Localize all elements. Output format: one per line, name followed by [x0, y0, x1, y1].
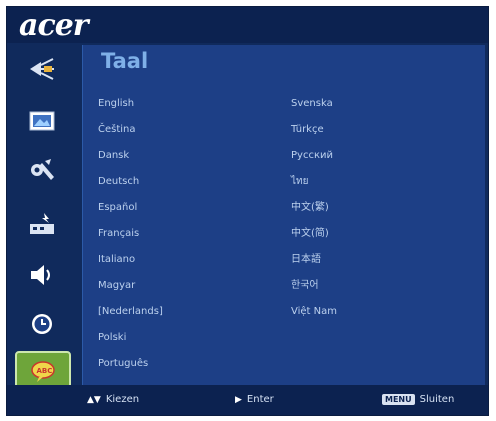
svg-text:ABC: ABC: [37, 367, 53, 375]
settings-tools-icon[interactable]: [21, 152, 63, 188]
select-hint: ▲▼ Kiezen: [87, 394, 139, 405]
footer-hint-bar: ▲▼ Kiezen ▶ Enter MENU Sluiten: [7, 385, 488, 415]
language-option[interactable]: English: [98, 91, 163, 117]
menu-sidebar: ABC: [13, 51, 75, 395]
image-adjust-icon[interactable]: [21, 51, 63, 87]
language-option[interactable]: Français: [98, 221, 163, 247]
speaker-icon[interactable]: [21, 257, 63, 293]
language-list-right: Svenska Türkçe Русский ไทย 中文(繁) 中文(简) 日…: [291, 91, 337, 325]
language-option-selected[interactable]: [Nederlands]: [98, 299, 163, 325]
timer-icon[interactable]: [21, 306, 63, 342]
projector-osd-menu: acer ABC Taal English Čeština Dansk Deut…: [6, 6, 489, 416]
panel-title: Taal: [101, 49, 149, 73]
enter-hint-label: Enter: [246, 394, 274, 405]
management-icon[interactable]: [21, 206, 63, 242]
language-option[interactable]: 中文(繁): [291, 195, 337, 221]
language-list-left: English Čeština Dansk Deutsch Español Fr…: [98, 91, 163, 377]
language-option[interactable]: Čeština: [98, 117, 163, 143]
header-bar: acer: [7, 7, 488, 43]
language-option[interactable]: 한국어: [291, 273, 337, 299]
enter-hint: ▶ Enter: [235, 394, 274, 405]
right-arrow-icon: ▶: [235, 394, 242, 405]
up-down-arrows-icon: ▲▼: [87, 394, 101, 405]
language-option[interactable]: Việt Nam: [291, 299, 337, 325]
select-hint-label: Kiezen: [105, 394, 140, 405]
language-option[interactable]: 中文(简): [291, 221, 337, 247]
language-option[interactable]: Português: [98, 351, 163, 377]
exit-hint: MENU Sluiten: [382, 394, 454, 405]
language-option[interactable]: Svenska: [291, 91, 337, 117]
language-option[interactable]: Español: [98, 195, 163, 221]
exit-hint-label: Sluiten: [419, 394, 455, 405]
language-option[interactable]: 日本語: [291, 247, 337, 273]
language-option[interactable]: Deutsch: [98, 169, 163, 195]
language-panel: Taal English Čeština Dansk Deutsch Españ…: [82, 45, 485, 385]
language-option[interactable]: ไทย: [291, 169, 337, 195]
language-option[interactable]: Polski: [98, 325, 163, 351]
picture-icon[interactable]: [21, 103, 63, 139]
menu-key-badge: MENU: [382, 394, 415, 405]
acer-logo: acer: [19, 8, 89, 43]
language-option[interactable]: Türkçe: [291, 117, 337, 143]
language-option[interactable]: Italiano: [98, 247, 163, 273]
language-option[interactable]: Русский: [291, 143, 337, 169]
language-option[interactable]: Dansk: [98, 143, 163, 169]
language-option[interactable]: Magyar: [98, 273, 163, 299]
